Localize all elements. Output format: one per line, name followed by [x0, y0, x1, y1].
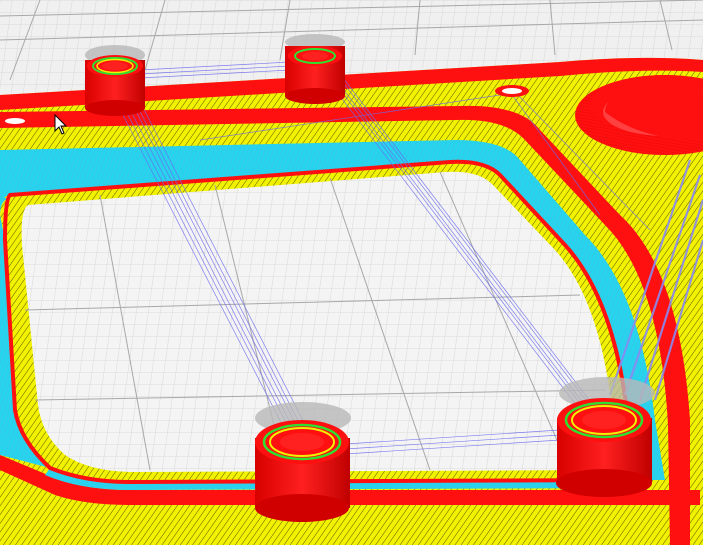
boss-bottom-right: [556, 377, 655, 497]
boss-top-middle: [285, 34, 345, 104]
layer-preview-canvas[interactable]: [0, 0, 703, 545]
boss-bottom-left: [255, 402, 351, 522]
boss-top-left: [85, 45, 145, 116]
hole-top-center: [495, 85, 529, 97]
layer-preview-viewport[interactable]: [0, 0, 703, 545]
